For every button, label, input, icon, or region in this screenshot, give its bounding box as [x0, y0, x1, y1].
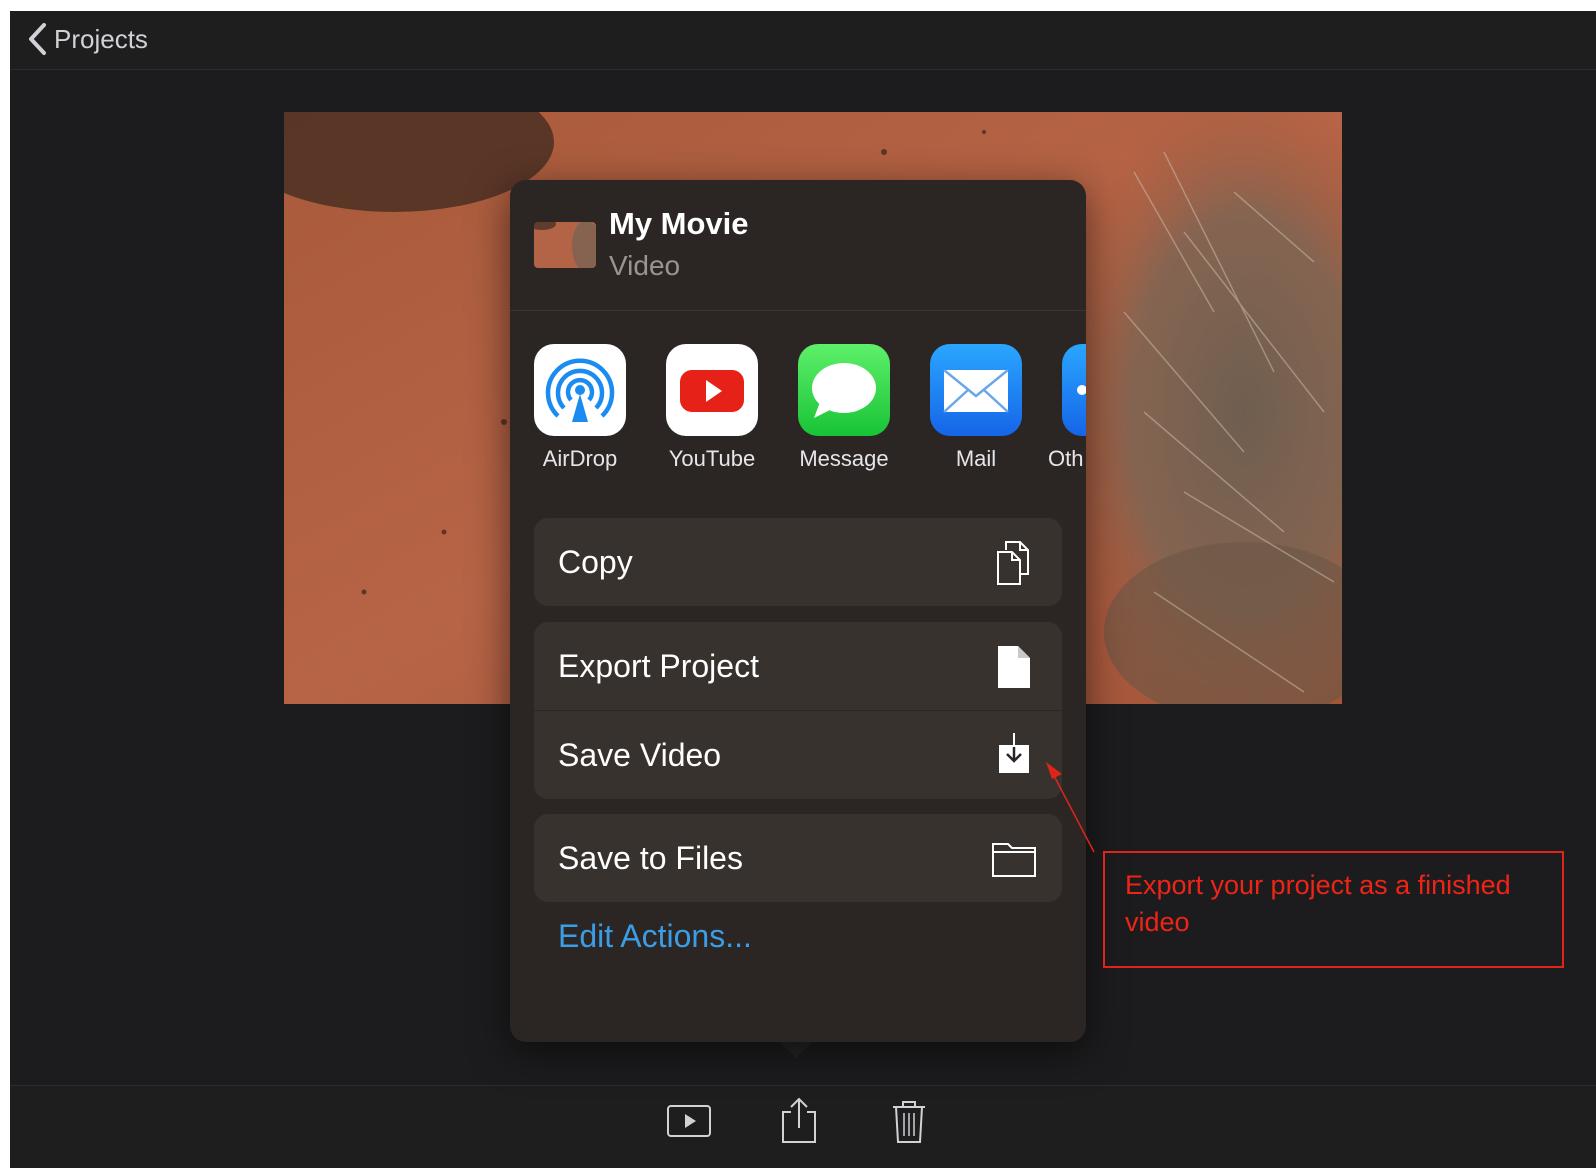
delete-button[interactable]	[884, 1096, 934, 1146]
save-video-label: Save Video	[558, 736, 722, 773]
share-sheet-header: My Movie Video	[510, 180, 1086, 311]
edit-actions-link[interactable]: Edit Actions...	[558, 918, 752, 955]
folder-icon	[992, 843, 1036, 877]
share-app-label: Message	[799, 446, 889, 471]
share-app-label: Mail	[955, 446, 997, 471]
movie-thumbnail	[534, 222, 596, 268]
play-icon	[667, 1105, 711, 1137]
share-app-airdrop[interactable]: AirDrop	[520, 344, 640, 472]
movie-title: My Movie	[609, 206, 749, 241]
share-app-mail[interactable]: Mail	[916, 344, 1036, 472]
share-app-youtube[interactable]: YouTube	[652, 344, 772, 472]
document-icon	[998, 646, 1030, 688]
copy-action[interactable]: Copy	[534, 518, 1062, 606]
message-icon	[798, 344, 890, 436]
copy-icon	[997, 541, 1029, 585]
files-action-group: Save to Files	[534, 814, 1062, 902]
share-app-label: AirDrop	[542, 446, 618, 471]
play-button[interactable]	[664, 1096, 714, 1146]
copy-action-group: Copy	[534, 518, 1062, 606]
chevron-left-icon	[29, 23, 46, 55]
other-icon	[1062, 344, 1086, 436]
movie-subtitle: Video	[609, 250, 681, 281]
save-video-action[interactable]: Save Video	[534, 710, 1062, 799]
mail-icon	[930, 344, 1022, 436]
share-app-other[interactable]: Oth	[1048, 344, 1086, 472]
share-app-label: Oth	[1048, 446, 1084, 471]
youtube-icon	[666, 344, 758, 436]
bottom-toolbar	[10, 1085, 1596, 1168]
export-project-label: Export Project	[558, 647, 759, 684]
airdrop-icon	[534, 344, 626, 436]
save-to-files-action[interactable]: Save to Files	[534, 814, 1062, 902]
export-project-action[interactable]: Export Project	[534, 622, 1062, 710]
save-download-icon	[999, 733, 1029, 773]
share-button[interactable]	[774, 1096, 824, 1146]
trash-icon	[893, 1101, 925, 1143]
project-action-group: Export Project Save Video	[534, 622, 1062, 799]
copy-label: Copy	[558, 543, 633, 580]
share-app-message[interactable]: Message	[784, 344, 904, 472]
share-apps-row[interactable]: AirDrop YouTube Message Mail Oth	[510, 328, 1086, 478]
share-icon	[782, 1097, 816, 1143]
save-to-files-label: Save to Files	[558, 839, 743, 876]
share-app-label: YouTube	[668, 446, 756, 471]
back-to-projects-button[interactable]: Projects	[26, 19, 148, 59]
top-bar: Projects	[10, 11, 1596, 70]
annotation-callout: Export your project as a finished video	[1103, 851, 1564, 968]
back-label: Projects	[54, 23, 148, 54]
share-sheet: My Movie Video AirDrop YouTube Message M…	[510, 180, 1086, 1042]
